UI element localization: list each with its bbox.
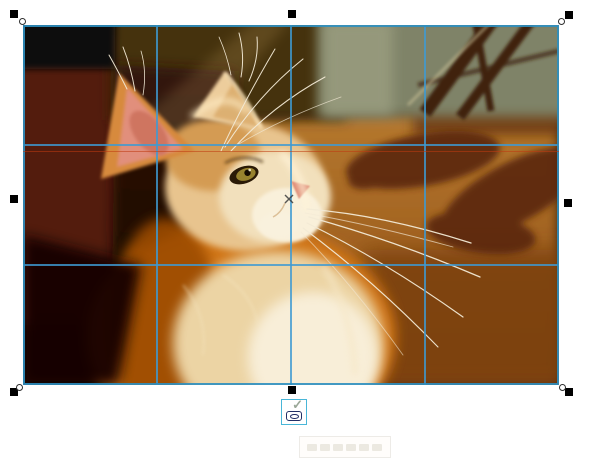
crop-handle-bottom-right[interactable] xyxy=(565,388,573,396)
red-guideline[interactable] xyxy=(23,151,559,152)
crop-handle-middle-left[interactable] xyxy=(10,195,18,203)
corner-rotation-indicator-top-right[interactable] xyxy=(558,18,565,25)
corner-rotation-indicator-bottom-right[interactable] xyxy=(559,384,566,391)
crop-handle-top-right[interactable] xyxy=(565,11,573,19)
widget-glyph-icon xyxy=(286,411,302,421)
crop-handle-middle-right[interactable] xyxy=(564,199,572,207)
rotation-center-marker[interactable] xyxy=(282,192,296,206)
cat-photo[interactable] xyxy=(23,25,559,385)
corner-rotation-indicator-bottom-left[interactable] xyxy=(16,384,23,391)
watermark-box xyxy=(299,436,391,458)
crop-handle-top-left[interactable] xyxy=(10,10,18,18)
crop-handle-bottom-center[interactable] xyxy=(288,386,296,394)
drawing-canvas: ✓ xyxy=(0,0,614,458)
crop-handle-top-center[interactable] xyxy=(288,10,296,18)
corner-rotation-indicator-top-left[interactable] xyxy=(19,18,26,25)
apply-crop-button[interactable]: ✓ xyxy=(281,397,307,425)
checkmark-icon: ✓ xyxy=(292,397,303,412)
